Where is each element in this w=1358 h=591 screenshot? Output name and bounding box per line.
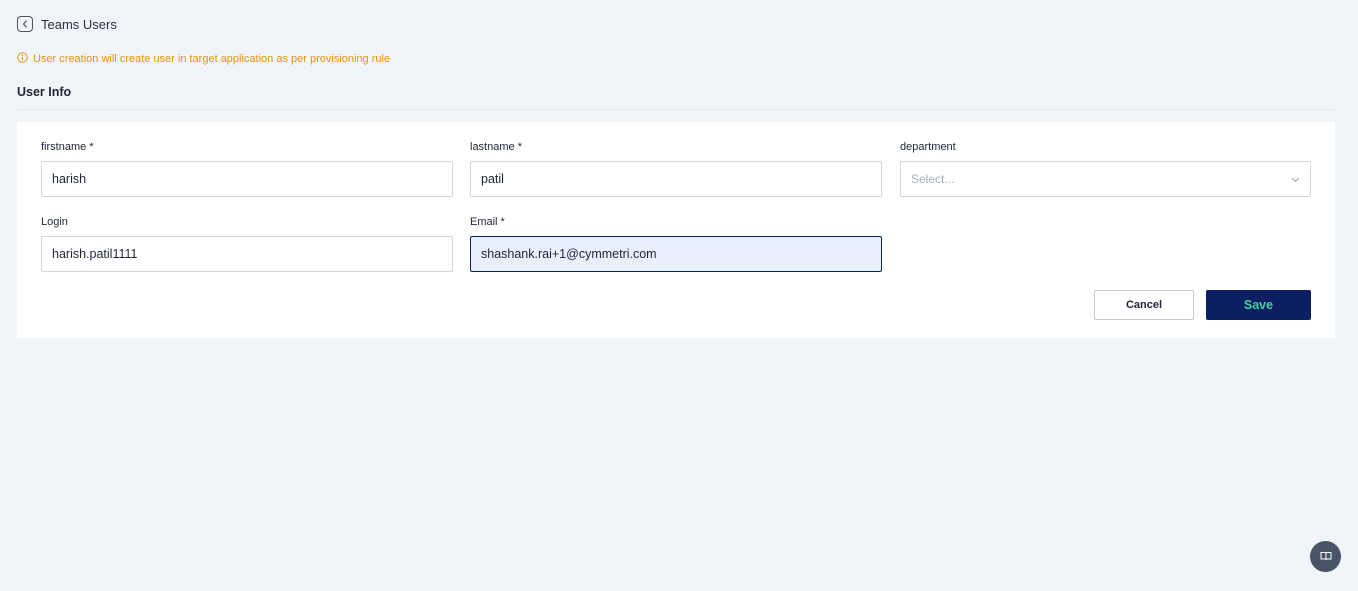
save-button[interactable]: Save (1206, 290, 1311, 320)
email-input[interactable] (470, 236, 882, 272)
notice-text: User creation will create user in target… (33, 53, 391, 65)
page-title: Teams Users (41, 16, 117, 32)
cancel-button[interactable]: Cancel (1094, 290, 1194, 320)
chevron-left-icon[interactable] (17, 16, 33, 32)
chevron-down-icon (1291, 170, 1300, 188)
section-divider (17, 109, 1335, 110)
department-select[interactable]: Select... (900, 161, 1311, 197)
login-label: Login (41, 216, 68, 228)
section-title: User Info (17, 85, 72, 99)
help-button[interactable] (1310, 541, 1341, 572)
provisioning-notice: User creation will create user in target… (17, 52, 390, 66)
lastname-input[interactable] (470, 161, 882, 197)
department-label: department (900, 141, 956, 153)
info-icon (17, 52, 28, 66)
book-icon (1320, 548, 1332, 566)
user-info-card: firstname * lastname * department Select… (17, 122, 1335, 338)
lastname-label: lastname * (470, 141, 522, 153)
login-input[interactable] (41, 236, 453, 272)
email-label: Email * (470, 216, 505, 228)
page-header: Teams Users (17, 16, 117, 32)
firstname-input[interactable] (41, 161, 453, 197)
department-placeholder: Select... (911, 172, 955, 186)
firstname-label: firstname * (41, 141, 94, 153)
